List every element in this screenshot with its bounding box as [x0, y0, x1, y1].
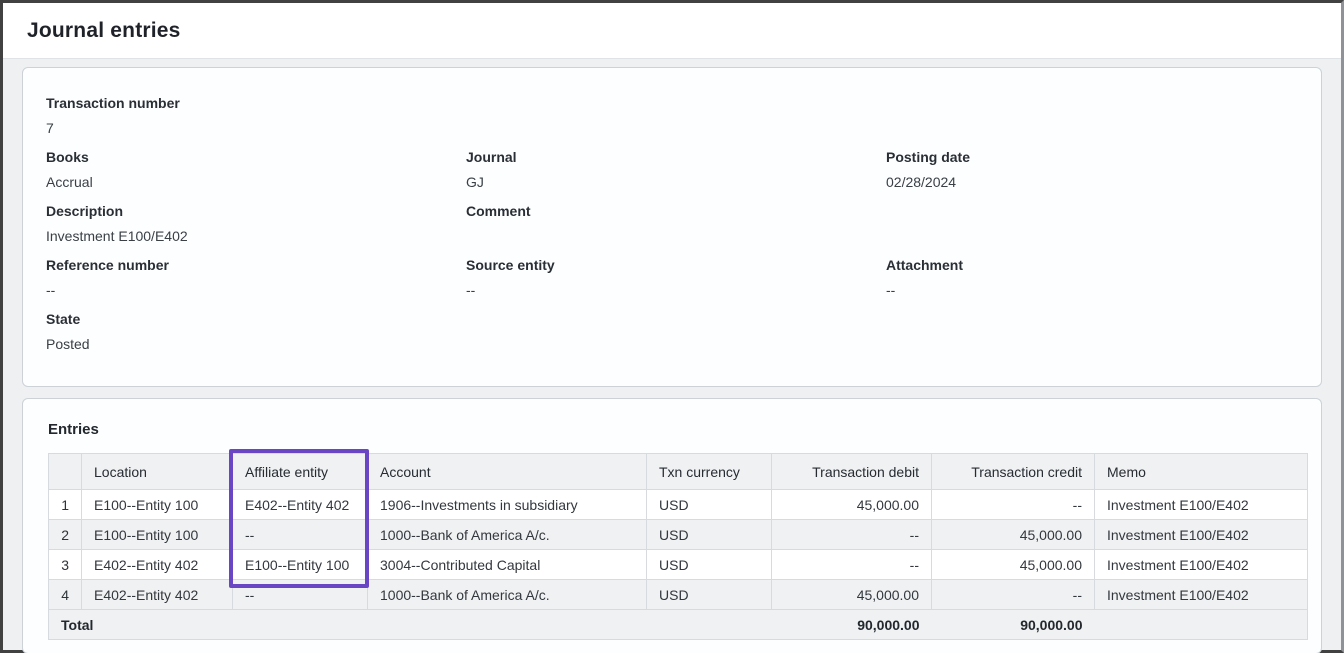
field-label: Reference number [46, 256, 466, 274]
cell-txn-currency: USD [647, 490, 772, 520]
column-header-memo: Memo [1095, 454, 1308, 490]
field-source-entity: Source entity -- [466, 256, 886, 299]
field-books: Books Accrual [46, 148, 466, 191]
field-value: GJ [466, 173, 886, 191]
cell-location: E402--Entity 402 [82, 580, 233, 610]
field-state: State Posted [46, 310, 466, 353]
field-journal: Journal GJ [466, 148, 886, 191]
cell-row-number: 1 [49, 490, 82, 520]
cell-txn-currency: USD [647, 580, 772, 610]
field-attachment: Attachment -- [886, 256, 1297, 299]
cell-location: E100--Entity 100 [82, 490, 233, 520]
table-header-row: Location Affiliate entity Account Txn cu… [49, 454, 1308, 490]
cell-transaction-debit: -- [772, 520, 932, 550]
table-row: 3 E402--Entity 402 E100--Entity 100 3004… [49, 550, 1308, 580]
cell-memo: Investment E100/E402 [1095, 550, 1308, 580]
field-value: -- [46, 281, 466, 299]
cell-account: 1000--Bank of America A/c. [368, 520, 647, 550]
cell-affiliate-entity: E402--Entity 402 [233, 490, 368, 520]
field-value: 02/28/2024 [886, 173, 1297, 191]
cell-transaction-debit: 45,000.00 [772, 490, 932, 520]
cell-affiliate-entity: E100--Entity 100 [233, 550, 368, 580]
cell-transaction-debit: 45,000.00 [772, 580, 932, 610]
page-title: Journal entries [27, 19, 181, 43]
column-header-affiliate-entity: Affiliate entity [233, 454, 368, 490]
field-label: Attachment [886, 256, 1297, 274]
field-label: Journal [466, 148, 886, 166]
cell-transaction-credit: -- [932, 580, 1095, 610]
field-description: Description Investment E100/E402 [46, 202, 466, 245]
cell-txn-currency: USD [647, 520, 772, 550]
column-header-transaction-debit: Transaction debit [772, 454, 932, 490]
cell-location: E402--Entity 402 [82, 550, 233, 580]
cell-affiliate-entity: -- [233, 520, 368, 550]
entries-table-wrap: Location Affiliate entity Account Txn cu… [48, 453, 1307, 640]
cell-account: 3004--Contributed Capital [368, 550, 647, 580]
field-value: Accrual [46, 173, 466, 191]
total-txn-currency [647, 610, 772, 640]
cell-txn-currency: USD [647, 550, 772, 580]
column-header-row-number [49, 454, 82, 490]
total-affiliate-entity [233, 610, 368, 640]
field-comment: Comment [466, 202, 886, 245]
total-transaction-credit: 90,000.00 [932, 610, 1095, 640]
field-value [466, 227, 886, 245]
field-value: Posted [46, 335, 466, 353]
entries-table: Location Affiliate entity Account Txn cu… [48, 453, 1308, 640]
column-header-account: Account [368, 454, 647, 490]
field-value: Investment E100/E402 [46, 227, 466, 245]
entries-heading: Entries [48, 421, 1305, 438]
total-transaction-debit: 90,000.00 [772, 610, 932, 640]
field-label: Posting date [886, 148, 1297, 166]
page-header: Journal entries [3, 3, 1341, 59]
total-account [368, 610, 647, 640]
entries-card: Entries Location Affiliate entity Accoun… [22, 398, 1322, 653]
cell-row-number: 2 [49, 520, 82, 550]
cell-memo: Investment E100/E402 [1095, 490, 1308, 520]
total-label: Total [49, 610, 233, 640]
cell-memo: Investment E100/E402 [1095, 520, 1308, 550]
cell-account: 1906--Investments in subsidiary [368, 490, 647, 520]
table-total-row: Total 90,000.00 90,000.00 [49, 610, 1308, 640]
cell-row-number: 4 [49, 580, 82, 610]
cell-transaction-credit: 45,000.00 [932, 520, 1095, 550]
cell-transaction-credit: -- [932, 490, 1095, 520]
cell-account: 1000--Bank of America A/c. [368, 580, 647, 610]
field-label: Description [46, 202, 466, 220]
field-label: Transaction number [46, 94, 466, 112]
column-header-transaction-credit: Transaction credit [932, 454, 1095, 490]
table-row: 2 E100--Entity 100 -- 1000--Bank of Amer… [49, 520, 1308, 550]
total-memo [1095, 610, 1308, 640]
cell-transaction-debit: -- [772, 550, 932, 580]
table-row: 1 E100--Entity 100 E402--Entity 402 1906… [49, 490, 1308, 520]
journal-details-card: Transaction number 7 Books Accrual Journ… [22, 67, 1322, 387]
cell-affiliate-entity: -- [233, 580, 368, 610]
field-value: 7 [46, 119, 466, 137]
field-reference-number: Reference number -- [46, 256, 466, 299]
field-label: Comment [466, 202, 886, 220]
field-label: Source entity [466, 256, 886, 274]
field-transaction-number: Transaction number 7 [46, 94, 466, 137]
cell-transaction-credit: 45,000.00 [932, 550, 1095, 580]
column-header-txn-currency: Txn currency [647, 454, 772, 490]
field-posting-date: Posting date 02/28/2024 [886, 148, 1297, 191]
field-value: -- [466, 281, 886, 299]
table-row: 4 E402--Entity 402 -- 1000--Bank of Amer… [49, 580, 1308, 610]
cell-memo: Investment E100/E402 [1095, 580, 1308, 610]
cell-row-number: 3 [49, 550, 82, 580]
content-area: Transaction number 7 Books Accrual Journ… [3, 59, 1341, 653]
cell-location: E100--Entity 100 [82, 520, 233, 550]
column-header-location: Location [82, 454, 233, 490]
field-label: Books [46, 148, 466, 166]
field-label: State [46, 310, 466, 328]
field-value: -- [886, 281, 1297, 299]
